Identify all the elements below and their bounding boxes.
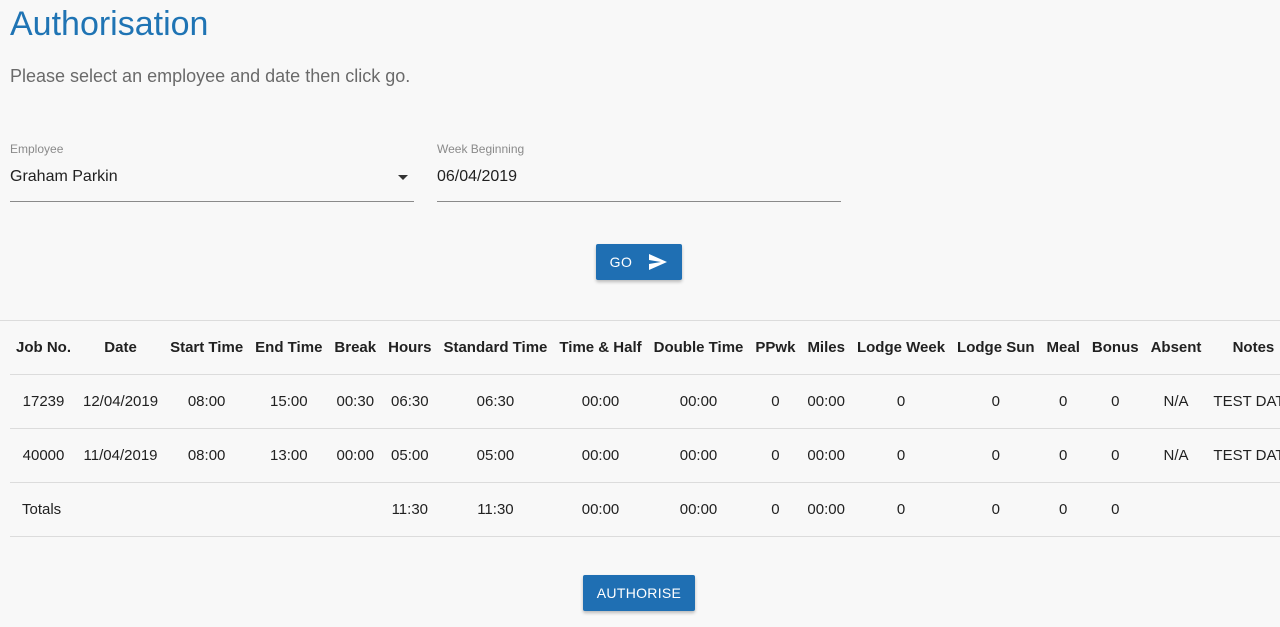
authorise-button[interactable]: AUTHORISE xyxy=(583,575,695,611)
cell-notes: TEST DATA xyxy=(1207,428,1280,483)
header-standard-time: Standard Time xyxy=(437,321,554,375)
header-bonus: Bonus xyxy=(1085,321,1145,375)
totals-notes xyxy=(1207,482,1280,537)
cell-break: 00:00 xyxy=(328,428,383,483)
totals-double-time: 00:00 xyxy=(647,482,750,537)
totals-miles: 00:00 xyxy=(801,482,851,537)
header-time-and-half: Time & Half xyxy=(553,321,648,375)
cell-ppwk: 0 xyxy=(749,374,802,429)
totals-label: Totals xyxy=(10,482,77,537)
page-subtitle: Please select an employee and date then … xyxy=(10,66,411,86)
cell-meal: 0 xyxy=(1040,428,1086,483)
send-icon xyxy=(648,253,668,271)
header-end-time: End Time xyxy=(249,321,329,375)
cell-job-no: 40000 xyxy=(10,428,77,483)
cell-standard-time: 05:00 xyxy=(437,428,554,483)
employee-value: Graham Parkin xyxy=(10,168,118,185)
go-button[interactable]: GO xyxy=(596,244,682,280)
totals-lodge-week: 0 xyxy=(850,482,952,537)
cell-time-and-half: 00:00 xyxy=(553,428,648,483)
cell-absent: N/A xyxy=(1144,428,1208,483)
week-beginning-label: Week Beginning xyxy=(437,142,525,156)
authorisation-page: Authorisation Please select an employee … xyxy=(0,0,1280,627)
header-job-no: Job No. xyxy=(10,321,77,375)
employee-label: Employee xyxy=(10,142,64,156)
cell-miles: 00:00 xyxy=(801,374,851,429)
table-row: 40000 11/04/2019 08:00 13:00 00:00 05:00… xyxy=(10,428,1280,483)
cell-end-time: 13:00 xyxy=(249,428,329,483)
week-beginning-field[interactable]: Week Beginning 06/04/2019 xyxy=(437,140,841,202)
totals-hours: 11:30 xyxy=(382,482,438,537)
cell-end-time: 15:00 xyxy=(249,374,329,429)
cell-hours: 06:30 xyxy=(382,374,438,429)
totals-start-time xyxy=(164,482,250,537)
totals-end-time xyxy=(249,482,329,537)
header-ppwk: PPwk xyxy=(749,321,802,375)
header-meal: Meal xyxy=(1040,321,1086,375)
go-label: GO xyxy=(609,254,633,270)
totals-ppwk: 0 xyxy=(749,482,802,537)
cell-lodge-sun: 0 xyxy=(951,428,1041,483)
cell-start-time: 08:00 xyxy=(164,374,250,429)
cell-bonus: 0 xyxy=(1085,428,1145,483)
totals-row: Totals 11:30 11:30 00:00 00:00 0 00:00 0… xyxy=(10,482,1280,537)
page-title: Authorisation xyxy=(10,5,209,43)
cell-lodge-week: 0 xyxy=(850,374,952,429)
header-miles: Miles xyxy=(801,321,851,375)
chevron-down-icon[interactable] xyxy=(398,175,408,180)
cell-miles: 00:00 xyxy=(801,428,851,483)
timesheet-table: Job No. Date Start Time End Time Break H… xyxy=(10,321,1280,537)
totals-break xyxy=(328,482,383,537)
cell-notes: TEST DATA xyxy=(1207,374,1280,429)
header-absent: Absent xyxy=(1144,321,1208,375)
employee-select[interactable]: Employee Graham Parkin xyxy=(10,140,414,202)
header-start-time: Start Time xyxy=(164,321,250,375)
table-header-row: Job No. Date Start Time End Time Break H… xyxy=(10,321,1280,375)
header-lodge-week: Lodge Week xyxy=(850,321,952,375)
cell-lodge-sun: 0 xyxy=(951,374,1041,429)
cell-date: 11/04/2019 xyxy=(77,428,165,483)
cell-bonus: 0 xyxy=(1085,374,1145,429)
header-double-time: Double Time xyxy=(647,321,750,375)
week-beginning-value[interactable]: 06/04/2019 xyxy=(437,168,517,186)
header-date: Date xyxy=(77,321,165,375)
header-hours: Hours xyxy=(382,321,438,375)
totals-time-and-half: 00:00 xyxy=(553,482,648,537)
totals-lodge-sun: 0 xyxy=(951,482,1041,537)
totals-standard-time: 11:30 xyxy=(437,482,554,537)
cell-job-no: 17239 xyxy=(10,374,77,429)
table-row: 17239 12/04/2019 08:00 15:00 00:30 06:30… xyxy=(10,374,1280,429)
header-lodge-sun: Lodge Sun xyxy=(951,321,1041,375)
cell-lodge-week: 0 xyxy=(850,428,952,483)
cell-date: 12/04/2019 xyxy=(77,374,165,429)
cell-start-time: 08:00 xyxy=(164,428,250,483)
cell-meal: 0 xyxy=(1040,374,1086,429)
totals-date xyxy=(77,482,165,537)
cell-ppwk: 0 xyxy=(749,428,802,483)
cell-double-time: 00:00 xyxy=(647,374,750,429)
cell-standard-time: 06:30 xyxy=(437,374,554,429)
totals-absent xyxy=(1144,482,1208,537)
header-break: Break xyxy=(328,321,383,375)
cell-hours: 05:00 xyxy=(382,428,438,483)
cell-double-time: 00:00 xyxy=(647,428,750,483)
cell-break: 00:30 xyxy=(328,374,383,429)
totals-bonus: 0 xyxy=(1085,482,1145,537)
cell-time-and-half: 00:00 xyxy=(553,374,648,429)
header-notes: Notes xyxy=(1207,321,1280,375)
totals-meal: 0 xyxy=(1040,482,1086,537)
cell-absent: N/A xyxy=(1144,374,1208,429)
